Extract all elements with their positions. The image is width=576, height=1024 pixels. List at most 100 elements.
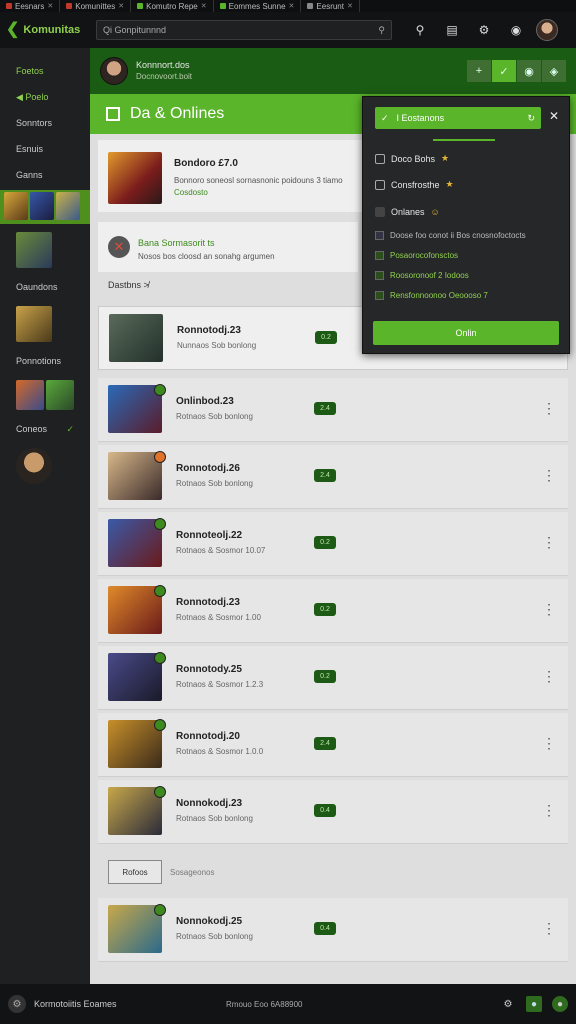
featured-sub[interactable]: Cosdosto bbox=[174, 188, 208, 197]
refresh-icon[interactable]: ↻ bbox=[527, 113, 535, 124]
game-thumbnail[interactable] bbox=[46, 380, 74, 410]
browser-tab[interactable]: Komunittes ✕ bbox=[60, 0, 132, 12]
app-logo[interactable]: ❮ Komunitas bbox=[0, 22, 92, 38]
game-thumbnail[interactable] bbox=[16, 380, 44, 410]
settings-icon[interactable]: ⚙ bbox=[8, 995, 26, 1013]
gear-icon[interactable]: ⚙ bbox=[500, 996, 516, 1012]
list-item[interactable]: Nonnokodj.23 Rotnaos Sob bonlong 0.4 ⋮ bbox=[98, 780, 568, 844]
browser-tab[interactable]: Eesrunt ✕ bbox=[301, 0, 360, 12]
tab-favicon-icon bbox=[6, 3, 12, 9]
sidebar-thumb-slot[interactable] bbox=[0, 442, 90, 490]
search-icon[interactable]: ⚲ bbox=[412, 22, 428, 38]
checkbox[interactable] bbox=[375, 231, 384, 240]
item-desc: Rotnaos Sob bonlong bbox=[176, 932, 253, 941]
close-icon[interactable]: ✕ bbox=[118, 2, 124, 10]
checkbox[interactable] bbox=[375, 153, 385, 164]
more-options-icon[interactable]: ⋮ bbox=[542, 534, 556, 551]
panel-header[interactable]: ✓ I Eostanons ↻ bbox=[375, 107, 541, 129]
close-icon[interactable]: ✕ bbox=[47, 2, 53, 10]
sidebar-item-1[interactable]: ◀ Poelo bbox=[0, 84, 90, 110]
game-thumbnail[interactable] bbox=[108, 152, 162, 204]
sidebar-thumb-slot[interactable] bbox=[0, 226, 90, 274]
browser-tab[interactable]: Eommes Sunne ✕ bbox=[214, 0, 302, 12]
pager-button[interactable]: Rofoos bbox=[108, 860, 162, 884]
browser-tab[interactable]: Komutro Repe ✕ bbox=[131, 0, 214, 12]
more-options-icon[interactable]: ⋮ bbox=[542, 400, 556, 417]
game-thumbnail[interactable] bbox=[109, 314, 163, 362]
game-thumbnail[interactable] bbox=[16, 232, 52, 268]
panel-sub-option[interactable]: Roosoronoof 2 Iodoos bbox=[375, 271, 469, 280]
close-icon[interactable]: ✕ bbox=[549, 109, 559, 123]
item-title: Onlinbod.23 bbox=[176, 396, 234, 407]
panel-sub-option[interactable]: Rensfonnoonoo Oeoooso 7 bbox=[375, 291, 488, 300]
checkbox[interactable] bbox=[375, 251, 384, 260]
sidebar-item-5[interactable]: Oaundons bbox=[0, 274, 90, 300]
shield-icon[interactable]: ⚙ bbox=[476, 22, 492, 38]
featured-title: Bondoro £7.0 bbox=[174, 158, 238, 169]
list-item[interactable]: Ronnotodj.23 Rotnaos & Sosmor 1.00 0.2 ⋮ bbox=[98, 579, 568, 643]
list-item[interactable]: Ronnotodj.20 Rotnaos & Sosmor 1.0.0 2.4 ⋮ bbox=[98, 713, 568, 777]
search-icon[interactable]: ⚲ bbox=[378, 25, 385, 36]
controller-icon[interactable]: ◈ bbox=[542, 60, 566, 82]
checkbox[interactable] bbox=[375, 179, 385, 190]
add-icon[interactable]: + bbox=[467, 60, 491, 82]
online-button[interactable]: Onlin bbox=[373, 321, 559, 345]
panel-sub-option[interactable]: Doose foo conot ii Bos cnosnofoctocts bbox=[375, 231, 526, 240]
item-desc: Rotnaos Sob bonlong bbox=[176, 479, 253, 488]
panel-option[interactable]: Doco Bohs ★ bbox=[375, 153, 449, 164]
close-icon[interactable]: ✕ bbox=[289, 2, 295, 10]
sidebar-item-2[interactable]: Sonntors bbox=[0, 110, 90, 136]
panel-sub-option[interactable]: Posaorocofonsctos bbox=[375, 251, 458, 260]
check-icon[interactable]: ✓ bbox=[492, 60, 516, 82]
version-tag: 0.4 bbox=[314, 804, 336, 817]
chevron-icon: ◀ bbox=[16, 91, 26, 102]
more-options-icon[interactable]: ⋮ bbox=[542, 467, 556, 484]
sidebar-item-7[interactable]: Coneos ✓ bbox=[0, 416, 90, 442]
sidebar-item-3[interactable]: Esnuis bbox=[0, 136, 90, 162]
emoji-icon: ★ bbox=[441, 153, 450, 163]
game-thumbnail[interactable] bbox=[4, 192, 28, 220]
user-status: Docnovoort.boit bbox=[136, 72, 193, 81]
search-input[interactable]: Qi Gonpitunnnd ⚲ bbox=[96, 20, 392, 40]
chat-icon[interactable]: ● bbox=[526, 996, 542, 1012]
section-label[interactable]: Dastbns ≯ bbox=[108, 280, 149, 290]
sidebar-thumb-slot[interactable] bbox=[0, 300, 90, 348]
user-avatar[interactable] bbox=[100, 57, 128, 85]
gamepad-icon[interactable]: ◉ bbox=[517, 60, 541, 82]
list-item[interactable]: Ronnoteolj.22 Rotnaos & Sosmor 10.07 0.2 ⋮ bbox=[98, 512, 568, 576]
list-item[interactable]: Ronnotodj.26 Rotnaos Sob bonlong 2.4 ⋮ bbox=[98, 445, 568, 509]
sidebar-thumbnails-selected[interactable] bbox=[0, 190, 90, 224]
status-badge bbox=[154, 719, 166, 731]
close-icon[interactable]: ✕ bbox=[201, 2, 207, 10]
panel-option[interactable]: Onlanes ☺ bbox=[375, 207, 440, 217]
user-avatar[interactable] bbox=[536, 19, 558, 41]
checkbox[interactable] bbox=[375, 207, 385, 217]
game-thumbnail[interactable] bbox=[16, 448, 52, 484]
panel-option[interactable]: Consfrosthe ★ bbox=[375, 179, 454, 190]
checkbox[interactable] bbox=[375, 291, 384, 300]
list-item[interactable]: Onlinbod.23 Rotnaos Sob bonlong 2.4 ⋮ bbox=[98, 378, 568, 442]
more-options-icon[interactable]: ⋮ bbox=[542, 920, 556, 937]
gamepad-icon[interactable]: ◉ bbox=[508, 22, 524, 38]
close-icon[interactable]: ✕ bbox=[347, 2, 353, 10]
list-item[interactable]: Ronnotody.25 Rotnaos & Sosmor 1.2.3 0.2 ⋮ bbox=[98, 646, 568, 710]
game-thumbnail[interactable] bbox=[30, 192, 54, 220]
more-options-icon[interactable]: ⋮ bbox=[542, 668, 556, 685]
document-icon[interactable]: ▤ bbox=[444, 22, 460, 38]
item-title: Ronnotodj.26 bbox=[176, 463, 240, 474]
sidebar-item-0[interactable]: Foetos bbox=[0, 58, 90, 84]
sidebar-thumb-pair[interactable] bbox=[0, 374, 90, 416]
more-options-icon[interactable]: ⋮ bbox=[542, 735, 556, 752]
more-options-icon[interactable]: ⋮ bbox=[542, 802, 556, 819]
game-thumbnail[interactable] bbox=[16, 306, 52, 342]
sidebar-item-4[interactable]: Ganns bbox=[0, 162, 90, 188]
sidebar-item-6[interactable]: Ponnotions bbox=[0, 348, 90, 374]
game-thumbnail[interactable] bbox=[56, 192, 80, 220]
browser-tab[interactable]: Eesnars ✕ bbox=[0, 0, 61, 12]
item-title: Ronnoteolj.22 bbox=[176, 530, 243, 541]
list-item[interactable]: Nonnokodj.25 Rotnaos Sob bonlong 0.4 ⋮ bbox=[98, 898, 568, 962]
bell-icon[interactable]: ● bbox=[552, 996, 568, 1012]
close-icon[interactable]: ✕ bbox=[108, 236, 130, 258]
checkbox[interactable] bbox=[375, 271, 384, 280]
more-options-icon[interactable]: ⋮ bbox=[542, 601, 556, 618]
